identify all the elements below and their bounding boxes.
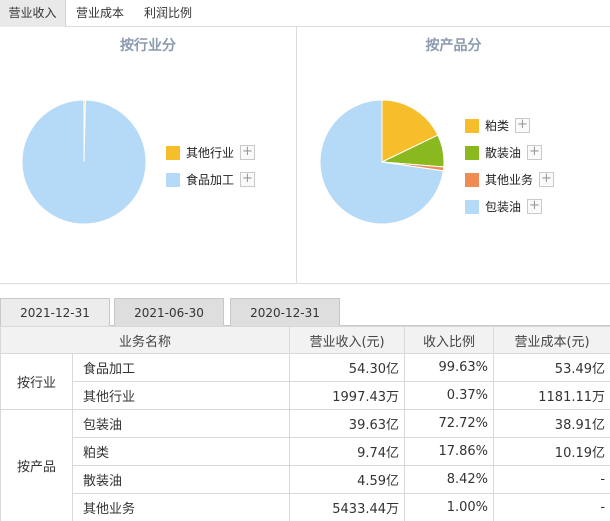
row-revenue: 9.74亿 xyxy=(289,437,406,466)
legend-swatch xyxy=(166,173,180,187)
pie-slice[interactable] xyxy=(21,99,147,225)
industry-chart-panel: 按行业分 其他行业 + 食品加工 + xyxy=(0,27,297,283)
table-row: 其他业务 5433.44万 1.00% - xyxy=(1,493,610,521)
row-ratio: 1.00% xyxy=(404,493,495,521)
legend-label: 包装油 xyxy=(485,200,522,214)
group-label: 按产品 xyxy=(0,409,73,521)
row-name: 其他行业 xyxy=(71,381,291,410)
legend-label: 粕类 xyxy=(485,119,510,133)
expand-plus-icon[interactable]: + xyxy=(240,172,255,187)
row-name: 粕类 xyxy=(71,437,291,466)
table-row: 按产品 包装油 39.63亿 72.72% 38.91亿 xyxy=(0,409,610,521)
tab-profit-ratio[interactable]: 利润比例 xyxy=(134,0,202,27)
header-ratio: 收入比例 xyxy=(404,326,495,354)
legend-item-other-business: 其他业务 + xyxy=(465,170,575,190)
row-ratio: 17.86% xyxy=(404,437,495,466)
row-ratio: 72.72% xyxy=(404,409,495,438)
legend-label: 其他行业 xyxy=(186,146,235,160)
table-row: 其他行业 1997.43万 0.37% 1181.11万 xyxy=(1,381,610,410)
legend-swatch xyxy=(465,173,479,187)
row-cost: - xyxy=(493,493,610,521)
row-ratio: 0.37% xyxy=(404,381,495,410)
panel-divider xyxy=(0,283,610,284)
row-revenue: 54.30亿 xyxy=(289,353,406,382)
table-row: 散装油 4.59亿 8.42% - xyxy=(1,465,610,494)
expand-plus-icon[interactable]: + xyxy=(240,145,255,160)
legend-item-meal: 粕类 + xyxy=(465,116,575,136)
tab-cost[interactable]: 营业成本 xyxy=(66,0,134,27)
legend-swatch xyxy=(166,146,180,160)
legend-label: 食品加工 xyxy=(186,173,235,187)
row-cost: 1181.11万 xyxy=(493,381,610,410)
table-row: 按行业 食品加工 54.30亿 99.63% 53.49亿 xyxy=(0,353,610,410)
row-cost: 38.91亿 xyxy=(493,409,610,438)
group-label: 按行业 xyxy=(0,353,73,410)
table-header-row: 业务名称 营业收入(元) 收入比例 营业成本(元) xyxy=(0,326,610,354)
expand-plus-icon[interactable]: + xyxy=(527,199,542,214)
row-name: 散装油 xyxy=(71,465,291,494)
tab-revenue[interactable]: 营业收入 xyxy=(0,0,66,27)
date-tab-bar: 2021-12-31 2021-06-30 2020-12-31 xyxy=(0,298,610,326)
legend-swatch xyxy=(465,146,479,160)
legend-item-bulk-oil: 散装油 + xyxy=(465,143,575,163)
expand-plus-icon[interactable]: + xyxy=(515,118,530,133)
row-ratio: 99.63% xyxy=(404,353,495,382)
row-ratio: 8.42% xyxy=(404,465,495,494)
legend-item-other-industry: 其他行业 + xyxy=(166,143,266,163)
expand-plus-icon[interactable]: + xyxy=(527,145,542,160)
business-table: 业务名称 营业收入(元) 收入比例 营业成本(元) 按行业 食品加工 54.30… xyxy=(0,326,610,521)
legend-swatch xyxy=(465,200,479,214)
row-cost: - xyxy=(493,465,610,494)
tab-date-2021-12-31[interactable]: 2021-12-31 xyxy=(0,298,110,326)
header-cost: 营业成本(元) xyxy=(493,326,610,354)
top-tab-bar: 营业收入 营业成本 利润比例 xyxy=(0,0,610,27)
header-revenue: 营业收入(元) xyxy=(289,326,406,354)
row-cost: 53.49亿 xyxy=(493,353,610,382)
row-revenue: 5433.44万 xyxy=(289,493,406,521)
tab-date-2020-12-31[interactable]: 2020-12-31 xyxy=(230,298,340,326)
header-business-name: 业务名称 xyxy=(0,326,291,354)
tab-date-2021-06-30[interactable]: 2021-06-30 xyxy=(114,298,224,326)
expand-plus-icon[interactable]: + xyxy=(539,172,554,187)
row-name: 其他业务 xyxy=(71,493,291,521)
row-name: 包装油 xyxy=(71,409,291,438)
legend-item-food-processing: 食品加工 + xyxy=(166,170,266,190)
legend-item-packaged-oil: 包装油 + xyxy=(465,197,575,217)
legend-swatch xyxy=(465,119,479,133)
row-cost: 10.19亿 xyxy=(493,437,610,466)
legend-label: 散装油 xyxy=(485,146,522,160)
legend-label: 其他业务 xyxy=(485,173,534,187)
row-revenue: 39.63亿 xyxy=(289,409,406,438)
row-name: 食品加工 xyxy=(71,353,291,382)
product-chart-panel: 按产品分 粕类 + 散装油 + 其他业务 + 包装油 + xyxy=(297,27,610,283)
row-revenue: 1997.43万 xyxy=(289,381,406,410)
table-row: 粕类 9.74亿 17.86% 10.19亿 xyxy=(1,437,610,466)
row-revenue: 4.59亿 xyxy=(289,465,406,494)
